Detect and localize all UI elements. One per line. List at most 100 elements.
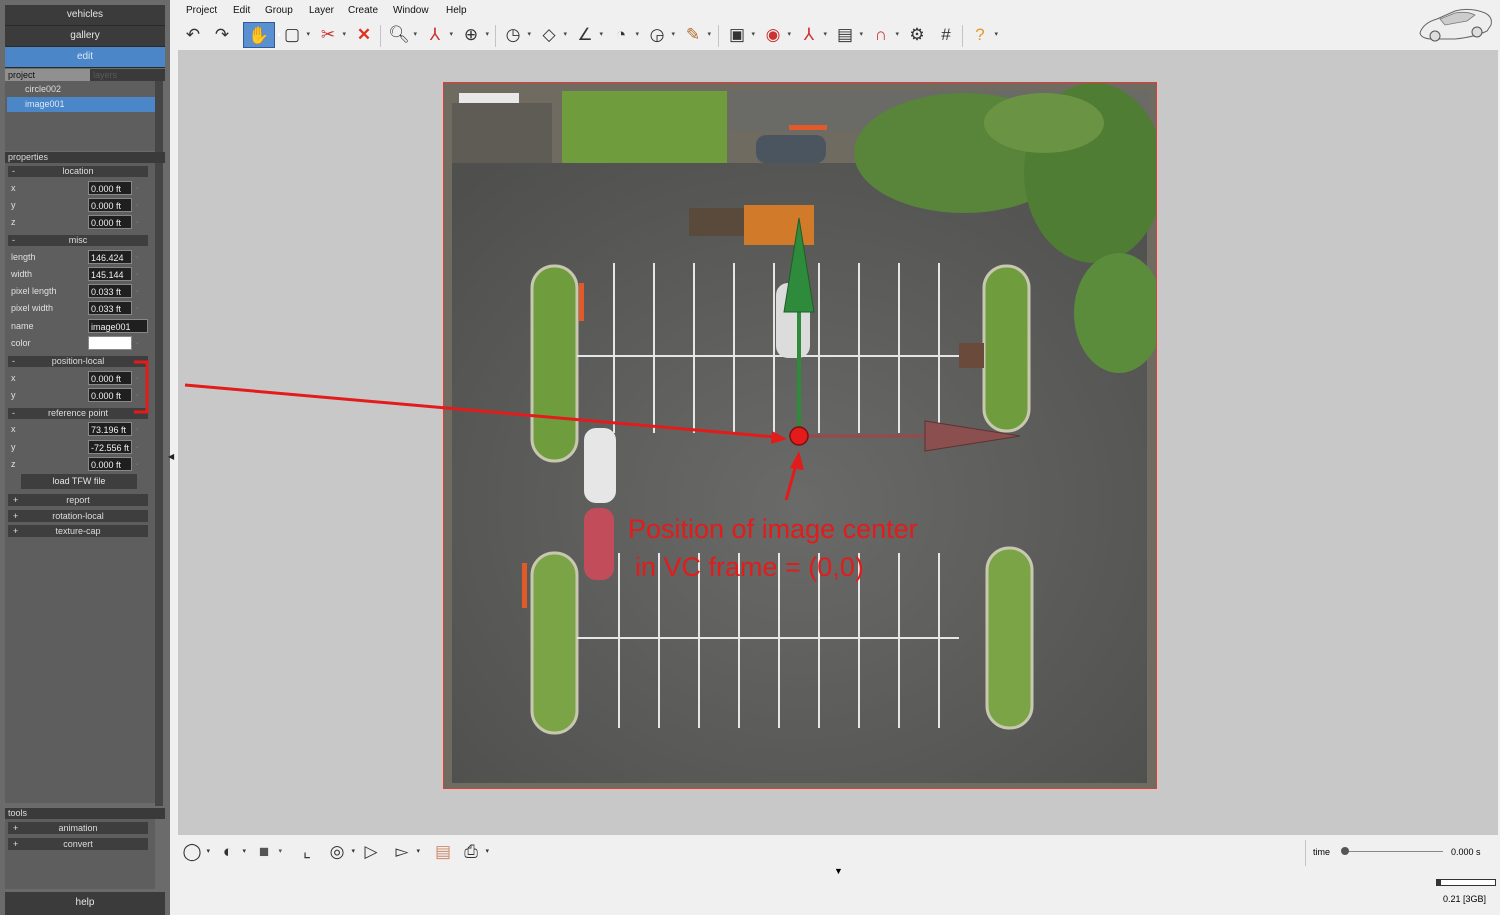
play-icon[interactable]: ▷ (359, 840, 383, 864)
measure-clock-icon[interactable]: ◷ ▾ (502, 22, 531, 48)
location-y-field[interactable]: 0.000 ft (88, 198, 132, 212)
reference-x-spinner[interactable]: ⌄ (134, 422, 142, 436)
pixel-length-spinner[interactable]: ⌄ (134, 284, 142, 298)
position-local-x-spinner[interactable]: ⌄ (134, 371, 142, 385)
color-spinner[interactable]: ⌄ (134, 336, 142, 350)
target-icon[interactable]: ⊕ ▾ (460, 22, 489, 48)
width-field[interactable]: 145.144 ft (88, 267, 132, 294)
menu-group[interactable]: Group (265, 5, 293, 16)
length-field[interactable]: 146.424 ft (88, 250, 132, 277)
location-x-label: x (11, 183, 16, 193)
play-step-icon[interactable]: ▻ ▾ (390, 840, 420, 864)
edit-button[interactable]: edit (5, 47, 165, 68)
record-icon[interactable]: ◉ ▾ (762, 22, 791, 48)
location-z-spinner[interactable]: ⌄ (134, 215, 142, 229)
cut-node-icon[interactable]: ✂ ▾ (317, 22, 346, 48)
gauge-icon[interactable]: ◔ ▾ (610, 22, 639, 48)
expand-timeline-icon[interactable]: ▼ (834, 866, 843, 876)
load-tfw-button[interactable]: load TFW file (21, 474, 137, 489)
reference-z-field[interactable]: 0.000 ft (88, 457, 132, 471)
axes-icon[interactable]: ⅄ ▾ (424, 22, 453, 48)
tab-project[interactable]: project (5, 69, 90, 81)
location-x-field[interactable]: 0.000 ft (88, 181, 132, 195)
rotation-local-title: rotation-local (52, 511, 104, 521)
select-rect-icon[interactable]: ▢ ▾ (281, 22, 310, 48)
position-local-y-field[interactable]: 0.000 ft (88, 388, 132, 402)
list-item-circle002[interactable]: circle002 (7, 82, 157, 97)
misc-group[interactable]: - misc (8, 235, 148, 246)
coord-axes-icon[interactable]: ⅄ ▾ (798, 22, 827, 48)
width-spinner[interactable]: ⌄ (134, 267, 142, 281)
rotation-local-group[interactable]: + rotation-local (8, 510, 148, 522)
menu-help[interactable]: Help (446, 5, 467, 16)
menu-edit[interactable]: Edit (233, 5, 250, 16)
reference-point-group[interactable]: - reference point (8, 408, 148, 419)
time-slider-track[interactable] (1345, 851, 1443, 852)
name-field[interactable]: image001 (88, 319, 148, 333)
convert-group[interactable]: + convert (8, 838, 148, 850)
settings-gear-icon[interactable]: ⚙ (906, 22, 928, 48)
help-question-icon[interactable]: ? ▾ (969, 22, 998, 48)
panel-scrollbar[interactable] (155, 81, 163, 806)
position-local-group[interactable]: - position-local (8, 356, 148, 367)
redo-icon[interactable]: ↷ (211, 22, 233, 48)
list-item-image001[interactable]: image001 (7, 97, 157, 112)
vehicles-button[interactable]: vehicles (5, 5, 165, 26)
building-icon[interactable]: ▤ ▾ (834, 22, 863, 48)
undo-icon[interactable]: ↶ (182, 22, 204, 48)
expand-sign: + (13, 511, 19, 521)
length-spinner[interactable]: ⌄ (134, 250, 142, 264)
menu-window[interactable]: Window (393, 5, 429, 16)
reference-y-spinner[interactable]: ⌄ (134, 440, 142, 454)
reference-z-spinner[interactable]: ⌄ (134, 457, 142, 471)
help-button[interactable]: help (5, 892, 165, 915)
time-slider-thumb[interactable] (1341, 847, 1349, 855)
annotation-line2: in VC frame = (0,0) (635, 552, 864, 582)
location-z-field[interactable]: 0.000 ft (88, 215, 132, 229)
dial-icon[interactable]: ◶ ▾ (646, 22, 675, 48)
tab-layers[interactable]: layers (90, 69, 168, 81)
report-group[interactable]: + report (8, 494, 148, 506)
length-label: length (11, 252, 36, 262)
animation-group[interactable]: + animation (8, 822, 148, 834)
magnet-icon[interactable]: ∩ ▾ (870, 22, 899, 48)
surface-icon[interactable]: ◇ ▾ (538, 22, 567, 48)
location-y-spinner[interactable]: ⌄ (134, 198, 142, 212)
menu-create[interactable]: Create (348, 5, 378, 16)
location-z-label: z (11, 217, 16, 227)
position-local-y-spinner[interactable]: ⌄ (134, 388, 142, 402)
pencil-icon[interactable]: ✎ ▾ (682, 22, 711, 48)
collapse-sign: - (12, 356, 15, 366)
circle-shape-icon[interactable]: ◯ ▾ (180, 840, 210, 864)
pan-hand-icon[interactable]: ✋ ▾ (243, 22, 281, 48)
texture-cap-group[interactable]: + texture-cap (8, 525, 148, 537)
pixel-width-spinner[interactable]: ⌄ (134, 301, 142, 315)
reference-y-field[interactable]: -72.556 ft (88, 440, 132, 454)
location-x-spinner[interactable]: ⌄ (134, 181, 142, 195)
report-icon[interactable]: ▤ (431, 840, 455, 864)
color-swatch[interactable] (88, 336, 132, 350)
delete-icon[interactable]: ✕ (353, 22, 375, 48)
aerial-image-parking-lot[interactable] (443, 82, 1157, 789)
pixel-length-label: pixel length (11, 286, 57, 296)
reference-x-field[interactable]: 73.196 ft (88, 422, 132, 436)
separator (380, 25, 381, 47)
camera-icon[interactable]: ▣ ▾ (726, 22, 755, 48)
menu-project[interactable]: Project (186, 5, 217, 16)
collapse-panel-arrow-icon[interactable]: ◀ (168, 452, 174, 461)
pixel-length-field[interactable]: 0.033 ft (88, 284, 132, 298)
menu-layer[interactable]: Layer (309, 5, 334, 16)
angle-icon[interactable]: ∠ ▾ (574, 22, 603, 48)
vehicle-shape-icon[interactable]: ◎ ▾ (325, 840, 355, 864)
print-icon[interactable]: ⎙ ▾ (459, 840, 489, 864)
grid-icon[interactable]: # (935, 22, 957, 48)
gallery-button[interactable]: gallery (5, 26, 165, 47)
time-label: time (1313, 847, 1331, 857)
solid-square-icon[interactable]: ■ ▾ (252, 840, 282, 864)
location-group[interactable]: - location (8, 166, 148, 177)
position-local-x-field[interactable]: 0.000 ft (88, 371, 132, 385)
shading-icon[interactable]: ◐ ▾ (216, 840, 246, 864)
pixel-width-field[interactable]: 0.033 ft (88, 301, 132, 315)
graph-plot-icon[interactable]: ⌞ (295, 840, 319, 864)
zoom-icon[interactable]: 🔍︎ ▾ (388, 22, 417, 48)
